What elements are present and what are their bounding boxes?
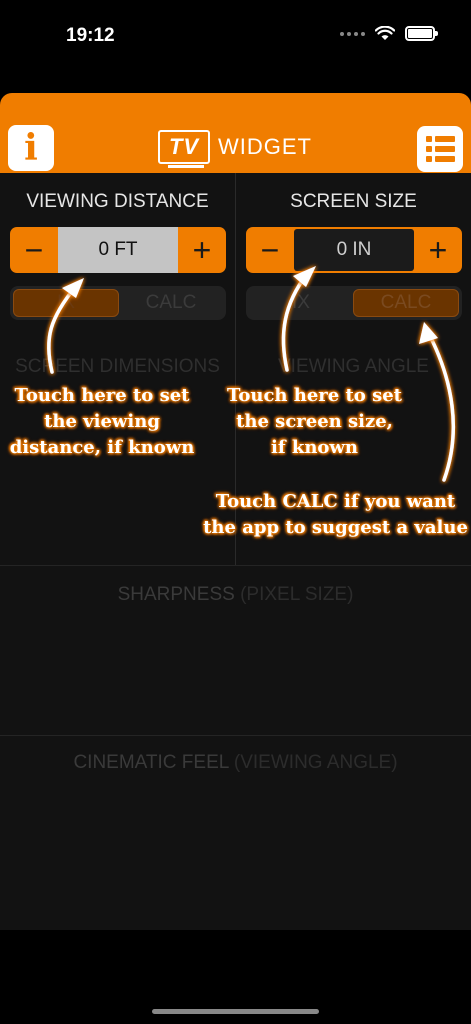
- app-header: i TV WIDGET: [0, 93, 471, 173]
- cinematic-feel-title: CINEMATIC FEEL (VIEWING ANGLE): [0, 752, 471, 774]
- home-indicator[interactable]: [152, 1009, 319, 1014]
- callout-line: the app to suggest a value: [203, 517, 468, 538]
- viewing-distance-title: VIEWING DISTANCE: [26, 191, 209, 212]
- viewing-distance-stepper: − 0 FT +: [10, 227, 226, 273]
- distance-mode-segment: IX CALC: [10, 286, 226, 320]
- list-icon: [425, 136, 455, 162]
- divider: [0, 565, 471, 566]
- divider: [0, 735, 471, 736]
- size-calc-option[interactable]: CALC: [353, 289, 459, 317]
- callout-screen: Touch here to set the screen size, if kn…: [212, 383, 417, 461]
- callout-line: distance, if known: [9, 437, 195, 458]
- callout-line: Touch here to set: [14, 385, 190, 406]
- battery-icon: [405, 26, 438, 41]
- logo-tv-text: TV: [168, 134, 200, 159]
- callout-distance: Touch here to set the viewing distance, …: [2, 383, 202, 461]
- callout-line: Touch CALC if you want: [215, 491, 456, 512]
- callout-line: the viewing: [44, 411, 160, 432]
- size-value-field[interactable]: 0 IN: [294, 229, 414, 271]
- signal-icon: [340, 31, 365, 36]
- wifi-icon: [375, 26, 395, 40]
- callout-line: if known: [271, 437, 358, 458]
- logo-word: WIDGET: [218, 134, 312, 159]
- distance-increment-button[interactable]: +: [178, 227, 226, 273]
- sharpness-title: SHARPNESS (PIXEL SIZE): [0, 584, 471, 606]
- size-decrement-button[interactable]: −: [246, 227, 294, 273]
- status-icons: [340, 26, 438, 41]
- callout-line: Touch here to set: [227, 385, 402, 406]
- screen-dimensions-title: SCREEN DIMENSIONS: [15, 356, 220, 377]
- menu-button[interactable]: [417, 126, 463, 172]
- info-icon: i: [24, 127, 38, 169]
- viewing-angle-title: VIEWING ANGLE: [278, 356, 429, 377]
- callout-line: the screen size,: [236, 411, 393, 432]
- info-button[interactable]: i: [8, 125, 54, 171]
- distance-value-field[interactable]: 0 FT: [58, 227, 178, 273]
- distance-calc-option[interactable]: CALC: [119, 289, 223, 317]
- size-mode-segment: IX CALC: [246, 286, 462, 320]
- screen-size-title: SCREEN SIZE: [290, 191, 417, 212]
- status-time: 19:12: [66, 25, 115, 46]
- size-fix-option[interactable]: IX: [249, 289, 353, 317]
- cinematic-sub: (VIEWING ANGLE): [233, 752, 398, 773]
- callout-calc: Touch CALC if you want the app to sugges…: [200, 489, 471, 541]
- status-bar: 19:12: [0, 0, 471, 70]
- sharpness-sub: (PIXEL SIZE): [240, 584, 354, 605]
- screen-size-stepper: − 0 IN +: [246, 227, 462, 273]
- distance-decrement-button[interactable]: −: [10, 227, 58, 273]
- tv-icon: TV: [158, 130, 210, 168]
- size-increment-button[interactable]: +: [414, 227, 462, 273]
- app-logo: TV WIDGET: [158, 130, 312, 168]
- cinematic-label: CINEMATIC FEEL: [73, 752, 229, 773]
- sharpness-label: SHARPNESS: [117, 584, 235, 605]
- distance-fix-option[interactable]: IX: [13, 289, 119, 317]
